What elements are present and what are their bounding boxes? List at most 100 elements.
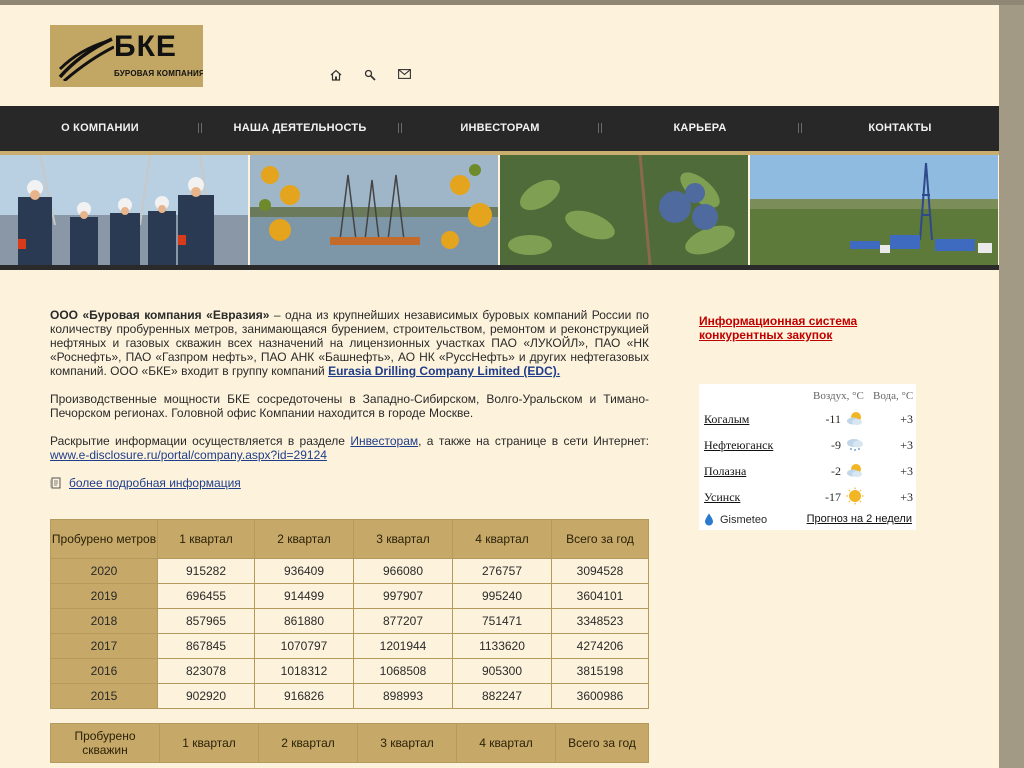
- table-row: 2019 696455 914499 997907 995240 3604101: [50, 583, 649, 609]
- table-header-cell: Всего за год: [551, 519, 649, 559]
- table-cell: 1133620: [452, 633, 552, 659]
- table-cell: 867845: [157, 633, 255, 659]
- edc-link[interactable]: Eurasia Drilling Company Limited (EDC).: [328, 364, 560, 378]
- weather-air-temp: -17: [825, 490, 841, 504]
- weather-row: Нефтеюганск -9 +3: [699, 432, 916, 458]
- table-header-cell: 2 квартал: [254, 519, 354, 559]
- table-cell: 861880: [254, 608, 354, 634]
- wells-table: Пробурено скважин 1 квартал 2 квартал 3 …: [50, 723, 649, 763]
- table-header-row: Пробурено метров 1 квартал 2 квартал 3 к…: [50, 519, 649, 559]
- table-cell: 1068508: [353, 658, 453, 684]
- procurement-link[interactable]: Информационная система конкурентных заку…: [699, 314, 899, 342]
- table-row: 2020 915282 936409 966080 276757 3094528: [50, 558, 649, 584]
- logo-swoosh-icon: [58, 37, 114, 81]
- weather-air-temp: -11: [825, 412, 841, 426]
- nav-career[interactable]: КАРЬЕРА: [600, 106, 800, 151]
- table-cell: 882247: [452, 683, 552, 709]
- table-cell: 936409: [254, 558, 354, 584]
- weather-water-temp: +3: [900, 490, 913, 504]
- table-row: 2017 867845 1070797 1201944 1133620 4274…: [50, 633, 649, 659]
- logo-title: БКЕ: [114, 30, 177, 63]
- disclosure-paragraph: Раскрытие информации осуществляется в ра…: [50, 434, 649, 462]
- weather-water-temp: +3: [900, 412, 913, 426]
- weather-city-link[interactable]: Нефтеюганск: [704, 438, 773, 453]
- forecast-link[interactable]: Прогноз на 2 недели: [807, 513, 912, 525]
- table-header-cell: 3 квартал: [353, 519, 453, 559]
- table-cell: 751471: [452, 608, 552, 634]
- page: БКЕ БУРОВАЯ КОМПАНИЯ О КОМПАНИИ НАША ДЕЯ…: [0, 5, 999, 768]
- weather-row: Полазна -2 +3: [699, 458, 916, 484]
- table-header-cell: 3 квартал: [357, 723, 457, 763]
- table-cell: 914499: [254, 583, 354, 609]
- weather-water-temp: +3: [900, 464, 913, 478]
- table-row: 2016 823078 1018312 1068508 905300 38151…: [50, 658, 649, 684]
- table-row: 2018 857965 861880 877207 751471 3348523: [50, 608, 649, 634]
- table-cell: 1070797: [254, 633, 354, 659]
- table-cell: 995240: [452, 583, 552, 609]
- disclosure-text-start: Раскрытие информации осуществляется в ра…: [50, 434, 351, 448]
- table-cell-year: 2015: [50, 683, 158, 709]
- table-header-cell: 4 квартал: [452, 519, 552, 559]
- gismeteo-brand[interactable]: Gismeteo: [704, 513, 767, 526]
- table-cell-year: 2020: [50, 558, 158, 584]
- gismeteo-label: Gismeteo: [720, 513, 768, 526]
- cloud-snow-icon: [847, 439, 863, 451]
- table-cell: 905300: [452, 658, 552, 684]
- sun-icon: [846, 487, 864, 505]
- disclosure-url-link[interactable]: www.e-disclosure.ru/portal/company.aspx?…: [50, 448, 327, 462]
- table-header-cell: 1 квартал: [157, 519, 255, 559]
- more-info-link[interactable]: более подробная информация: [69, 476, 241, 490]
- weather-footer: Gismeteo Прогноз на 2 недели: [699, 510, 916, 528]
- home-icon[interactable]: [330, 69, 344, 81]
- table-cell: 916826: [254, 683, 354, 709]
- table-cell: 966080: [353, 558, 453, 584]
- weather-city-link[interactable]: Полазна: [704, 464, 746, 479]
- table-cell: 4274206: [551, 633, 649, 659]
- weather-city-link[interactable]: Усинск: [704, 490, 740, 505]
- weather-city-link[interactable]: Когалым: [704, 412, 749, 427]
- nav-about[interactable]: О КОМПАНИИ: [0, 106, 200, 151]
- nav-activity[interactable]: НАША ДЕЯТЕЛЬНОСТЬ: [200, 106, 400, 151]
- table-header-cell: 4 квартал: [456, 723, 556, 763]
- search-icon[interactable]: [364, 69, 378, 81]
- company-logo[interactable]: БКЕ БУРОВАЯ КОМПАНИЯ: [50, 25, 203, 87]
- table-cell: 3815198: [551, 658, 649, 684]
- table-cell: 3094528: [551, 558, 649, 584]
- table-header-row: Пробурено скважин 1 квартал 2 квартал 3 …: [50, 723, 649, 763]
- weather-water-header: Вода, °С: [873, 390, 914, 402]
- table-cell: 1201944: [353, 633, 453, 659]
- weather-air-temp: -9: [831, 438, 841, 452]
- table-row: 2015 902920 916826 898993 882247 3600986: [50, 683, 649, 709]
- table-cell: 857965: [157, 608, 255, 634]
- table-cell: 1018312: [254, 658, 354, 684]
- capacity-paragraph: Производственные мощности БКЕ сосредоточ…: [50, 392, 649, 420]
- nav-investors[interactable]: ИНВЕСТОРАМ: [400, 106, 600, 151]
- document-icon: [50, 477, 61, 489]
- investors-link[interactable]: Инвесторам: [350, 434, 418, 448]
- table-cell: 877207: [353, 608, 453, 634]
- table-header-cell: 1 квартал: [159, 723, 259, 763]
- table-cell: 898993: [353, 683, 453, 709]
- weather-widget: Воздух, °С Вода, °С Когалым -11 +3 Нефте…: [699, 384, 916, 530]
- main-nav: О КОМПАНИИ НАША ДЕЯТЕЛЬНОСТЬ ИНВЕСТОРАМ …: [0, 106, 999, 155]
- banner-bottom-bar: [0, 265, 999, 270]
- main-content: ООО «Буровая компания «Евразия» – одна и…: [50, 308, 649, 490]
- table-cell: 276757: [452, 558, 552, 584]
- cloud-sun-icon: [847, 464, 862, 477]
- table-cell-year: 2018: [50, 608, 158, 634]
- disclosure-text-mid: , а также на странице в сети Интернет:: [418, 434, 649, 448]
- weather-row: Усинск -17 +3: [699, 484, 916, 510]
- mail-icon[interactable]: [398, 69, 412, 81]
- banner-berries-image: [500, 155, 748, 265]
- table-header-cell: Пробурено скважин: [50, 723, 160, 763]
- table-cell-year: 2017: [50, 633, 158, 659]
- banner-lake-rigs-image: [250, 155, 498, 265]
- banner-drilling-site-image: [750, 155, 998, 265]
- company-name: ООО «Буровая компания «Евразия»: [50, 308, 270, 322]
- nav-contacts[interactable]: КОНТАКТЫ: [800, 106, 999, 151]
- table-cell: 915282: [157, 558, 255, 584]
- table-header-cell: Пробурено метров: [50, 519, 158, 559]
- weather-row: Когалым -11 +3: [699, 406, 916, 432]
- table-cell: 823078: [157, 658, 255, 684]
- cloud-sun-icon: [847, 412, 862, 425]
